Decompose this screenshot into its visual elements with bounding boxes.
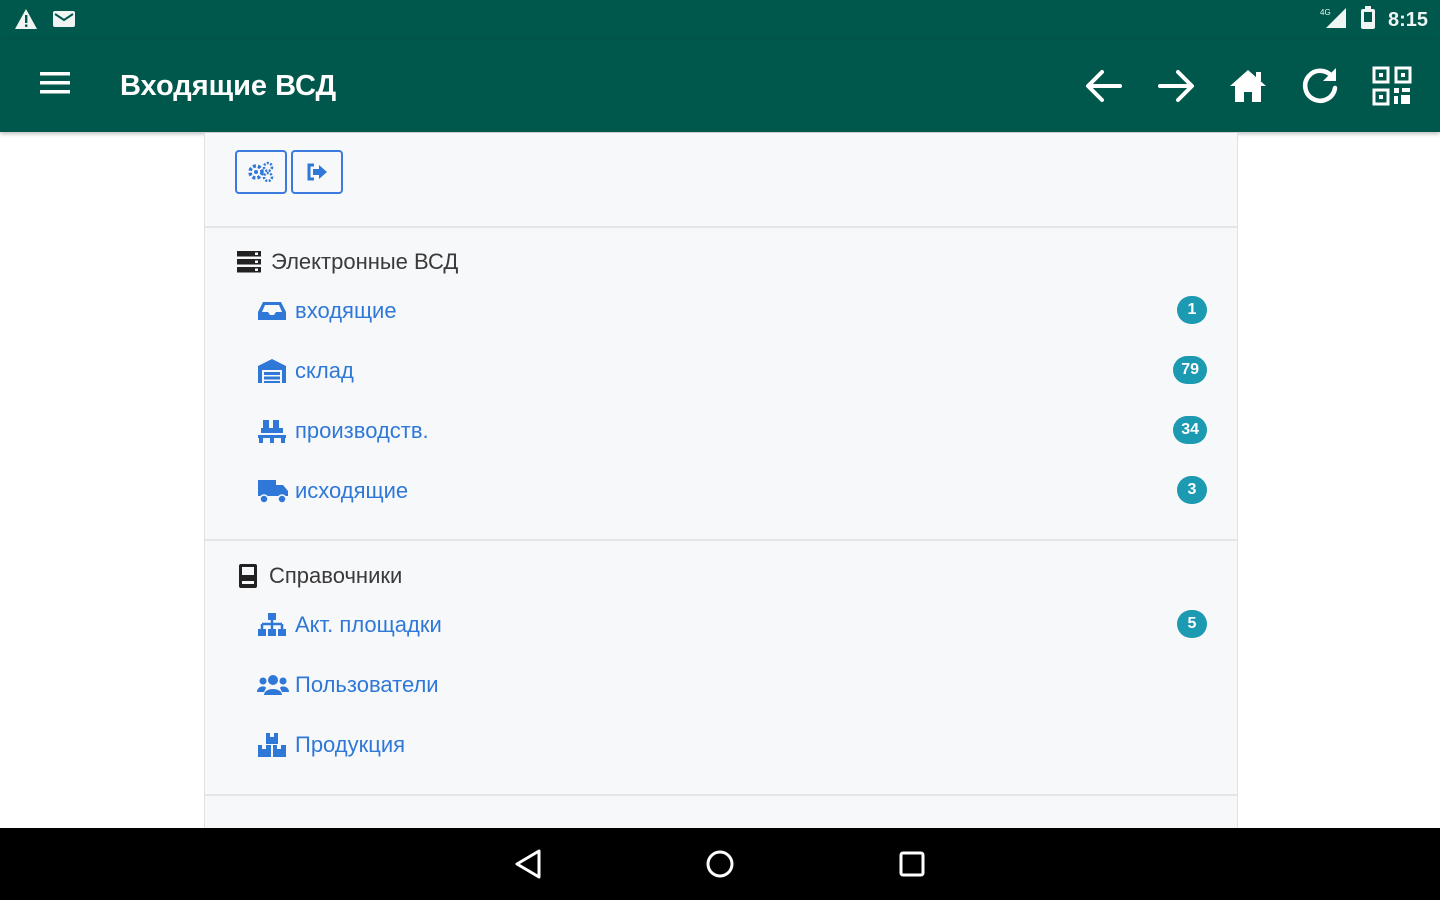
pallet-icon [257,416,289,446]
menu-button[interactable] [40,70,80,104]
forward-button[interactable] [1152,64,1200,108]
warning-icon [14,8,38,35]
settings-icon [248,161,274,183]
inbox-icon [257,296,289,326]
book-icon [239,564,257,588]
menu-item-warehouse[interactable]: склад 79 [257,353,1207,389]
home-button[interactable] [1224,64,1272,108]
status-bar: 4G 8:15 [0,0,1440,40]
app-toolbar: Входящие ВСД [0,40,1440,132]
nav-home-button[interactable] [700,846,740,882]
sitemap-icon [257,610,289,640]
menu-icon [40,72,70,94]
section-divider [205,539,1237,541]
count-badge: 5 [1177,610,1207,638]
refresh-icon [1302,68,1338,103]
menu-item-label: исходящие [295,478,409,503]
nav-home-icon [706,850,734,878]
nav-recents-icon [899,851,925,877]
menu-item-active-sites[interactable]: Акт. площадки 5 [257,607,1207,643]
refresh-button[interactable] [1296,64,1344,108]
section-header-reference-books: Справочники [237,563,402,589]
battery-icon [1360,6,1376,35]
system-navigation-bar [0,828,1440,900]
section-divider [205,226,1237,228]
menu-item-label: производств. [295,418,429,443]
arrow-left-icon [1086,70,1122,102]
truck-icon [257,476,289,506]
count-badge: 34 [1173,416,1207,444]
nav-back-icon [515,849,541,879]
qr-code-icon [1372,66,1412,106]
menu-item-outgoing[interactable]: исходящие 3 [257,473,1207,509]
menu-item-users[interactable]: Пользователи [257,667,1207,703]
count-badge: 1 [1177,296,1207,324]
menu-item-label: склад [295,358,354,383]
nav-back-button[interactable] [508,846,548,882]
arrow-right-icon [1158,70,1194,102]
mail-icon [52,9,76,34]
top-button-row [235,150,343,194]
menu-item-products[interactable]: Продукция [257,727,1207,763]
menu-item-label: Акт. площадки [295,612,442,637]
section-title: Электронные ВСД [271,249,459,274]
nav-recents-button[interactable] [892,846,932,882]
menu-item-label: входящие [295,298,397,323]
menu-item-label: Продукция [295,732,406,757]
menu-item-label: Пользователи [295,672,439,697]
page-title: Входящие ВСД [120,70,337,102]
logout-button[interactable] [291,150,343,194]
menu-item-incoming[interactable]: входящие 1 [257,293,1207,329]
count-badge: 79 [1173,356,1207,384]
home-icon [1230,70,1266,102]
signal-icon: 4G [1320,6,1348,35]
boxes-icon [257,730,289,760]
logout-icon [307,163,327,181]
section-divider [205,794,1237,796]
warehouse-icon [257,356,289,386]
settings-button[interactable] [235,150,287,194]
database-icon [237,251,261,273]
qr-scan-button[interactable] [1368,64,1416,108]
menu-item-production[interactable]: производств. 34 [257,413,1207,449]
count-badge: 3 [1177,476,1207,504]
users-icon [257,670,289,700]
clock: 8:15 [1387,9,1428,31]
section-title: Справочники [269,563,403,588]
network-type-label: 4G [1320,8,1331,17]
menu-card: Электронные ВСД входящие 1 склад 79 прои… [204,133,1238,828]
section-header-electronic-vsd: Электронные ВСД [237,249,458,275]
back-button[interactable] [1080,64,1128,108]
